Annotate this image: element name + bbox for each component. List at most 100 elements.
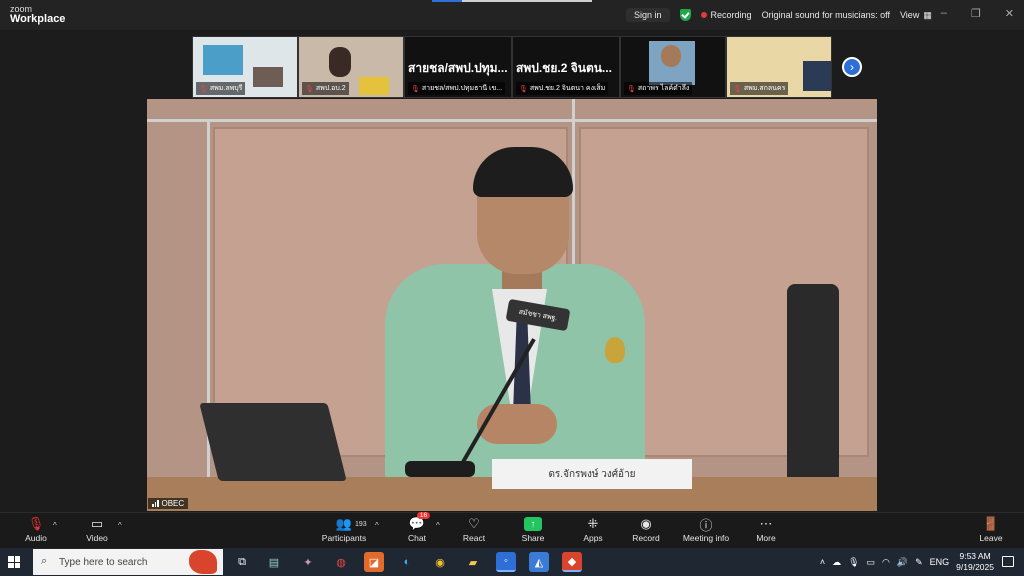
chat-unread-badge: 16 (416, 512, 431, 519)
nameplate: ดร.จักรพงษ์ วงศ์อ้าย (492, 459, 692, 489)
tile-video (329, 47, 351, 77)
tile-name: สถาพร ไลค์ตำลึง (637, 85, 690, 92)
file-explorer-icon[interactable]: ▰ (463, 552, 483, 572)
zoom-logo: zoom Workplace (10, 4, 65, 25)
edge-icon[interactable]: ◐ (397, 552, 417, 572)
zoom-taskbar-icon[interactable]: ◦ (496, 552, 516, 572)
mic-muted-icon: 🎙 (199, 85, 208, 93)
tile-name: สพม.ลพบุรี (209, 85, 243, 92)
active-app-icon[interactable]: ◆ (562, 552, 582, 572)
video-label: Video (86, 533, 108, 543)
meeting-info-button[interactable]: ⓘ Meeting info (676, 515, 736, 544)
audio-options-caret-icon[interactable]: ^ (53, 521, 57, 530)
recording-label: Recording (710, 10, 752, 20)
participants-count: 193 (355, 521, 367, 528)
sign-in-button[interactable]: Sign in (626, 8, 670, 22)
tablet-device (199, 403, 347, 481)
chrome-icon[interactable]: ◍ (331, 552, 351, 572)
pen-icon[interactable]: ✎ (915, 557, 923, 568)
tile-label: 🎙 สายชล/สพป.ปทุมธานี เข... (408, 82, 506, 95)
maximize-button[interactable]: ❐ (971, 7, 981, 20)
mic-muted-icon: 🎙 (411, 85, 420, 93)
participant-tile[interactable]: 🎙 สพป.อบ.2 (298, 36, 404, 98)
chat-bubble-icon: 💬 16 (409, 512, 431, 533)
participant-strip: 🎙 สพม.ลพบุรี 🎙 สพป.อบ.2 สายชล/สพป.ปทุม... … (190, 36, 870, 98)
mic-muted-icon: 🎙 (27, 516, 45, 531)
react-button[interactable]: ♡ React (444, 515, 504, 543)
search-highlight-icon (189, 550, 217, 574)
participants-label: Participants (321, 533, 367, 543)
react-label: React (462, 533, 486, 543)
leave-button[interactable]: 🚪 Leave (961, 515, 1021, 543)
close-button[interactable]: ✕ (1005, 7, 1014, 20)
share-button[interactable]: ↑ Share (503, 515, 563, 543)
windows-start-icon[interactable] (8, 556, 20, 568)
tray-overflow-icon[interactable]: ˄ (820, 557, 825, 567)
encryption-shield-icon[interactable] (679, 9, 691, 21)
tile-video-face (661, 45, 681, 67)
title-center: Sign in Recording Original sound for mus… (626, 6, 932, 24)
volume-icon[interactable]: 🔊 (897, 557, 908, 568)
audio-button[interactable]: 🎙 Audio (6, 515, 66, 543)
active-speaker-video: สมัชชา สพฐ. ดร.จักรพงษ์ วงศ์อ้าย OBEC (147, 99, 877, 511)
copilot-icon[interactable]: ✦ (298, 552, 318, 572)
notifications-icon[interactable] (1002, 556, 1014, 567)
clock[interactable]: 9:53 AM 9/19/2025 (956, 551, 994, 573)
tile-big-name: สพป.ชย.2 จินตน... (516, 61, 612, 75)
photos-icon[interactable]: ◭ (529, 552, 549, 572)
wifi-icon[interactable]: ◠ (882, 557, 890, 568)
record-button[interactable]: ◉ Record (616, 515, 676, 543)
meeting-toolbar: 🎙 Audio ^ ▭ Video ^ 👥 Participants 193 ^… (0, 512, 1024, 548)
task-view-icon[interactable]: ⧉ (232, 552, 252, 572)
apps-grid-icon: ⁜ (587, 516, 599, 531)
participants-button[interactable]: 👥 Participants (314, 515, 374, 543)
zoom-window: zoom Workplace Sign in Recording Origina… (0, 0, 1024, 576)
participant-tile[interactable]: 🎙 สพม.สกลนคร (726, 36, 832, 98)
mic-muted-icon: 🎙 (519, 85, 528, 93)
recording-indicator[interactable]: Recording (700, 10, 752, 20)
next-page-chevron-right-icon[interactable]: › (842, 57, 862, 77)
participants-icon: 👥 (335, 516, 353, 531)
window-controls: – ❐ ✕ (941, 7, 1014, 20)
search-placeholder: Type here to search (59, 556, 148, 568)
meeting-info-label: Meeting info (682, 533, 730, 543)
video-camera-icon: ▭ (90, 516, 104, 531)
battery-icon[interactable]: ▭ (867, 557, 876, 568)
clock-time: 9:53 AM (959, 551, 991, 561)
record-icon: ◉ (640, 516, 652, 531)
tile-label: 🎙 สพม.สกลนคร (730, 82, 789, 95)
more-button[interactable]: ⋯ More (736, 515, 796, 543)
original-sound-status[interactable]: Original sound for musicians: off (762, 10, 890, 20)
chat-options-caret-icon[interactable]: ^ (436, 521, 440, 530)
chrome-2-icon[interactable]: ◉ (430, 552, 450, 572)
tile-name: สพม.สกลนคร (743, 85, 786, 92)
wall-frame (147, 119, 877, 122)
rss-app-icon[interactable]: ◪ (364, 552, 384, 572)
participant-tile[interactable]: 🎙 สพม.ลพบุรี (192, 36, 298, 98)
microphone-base (405, 461, 475, 477)
microphone-icon[interactable]: 🎙 (848, 557, 859, 568)
participant-tile[interactable]: สพป.ชย.2 จินตน... 🎙 สพป.ชย.2 จินตนา คงเส็… (512, 36, 620, 98)
speaker-hands (477, 404, 557, 444)
title-bar: zoom Workplace Sign in Recording Origina… (0, 0, 1024, 30)
tile-name: สายชล/สพป.ปทุมธานี เข... (421, 85, 503, 92)
chat-label: Chat (408, 533, 426, 543)
apps-button[interactable]: ⁜ Apps (563, 515, 623, 543)
tile-label: 🎙 สพป.อบ.2 (302, 82, 349, 95)
audio-label: Audio (25, 533, 47, 543)
language-indicator[interactable]: ENG (930, 557, 950, 567)
view-button[interactable]: View ▦ (900, 10, 932, 21)
mic-muted-icon: 🎙 (733, 85, 742, 93)
view-label: View (899, 10, 920, 20)
tile-big-name: สายชล/สพป.ปทุม... (408, 61, 508, 75)
taskbar-search-box[interactable]: ⌕ Type here to search (33, 549, 223, 575)
heart-icon: ♡ (468, 516, 480, 531)
app-icon[interactable]: ▤ (264, 552, 284, 572)
tile-label: 🎙 สพม.ลพบุรี (196, 82, 246, 95)
video-options-caret-icon[interactable]: ^ (118, 521, 122, 530)
onedrive-icon[interactable]: ☁ (832, 557, 841, 568)
participant-tile[interactable]: สายชล/สพป.ปทุม... 🎙 สายชล/สพป.ปทุมธานี เข… (404, 36, 512, 98)
participant-tile[interactable]: 🎙 สถาพร ไลค์ตำลึง (620, 36, 726, 98)
minimize-button[interactable]: – (941, 7, 947, 20)
participants-options-caret-icon[interactable]: ^ (375, 521, 379, 530)
